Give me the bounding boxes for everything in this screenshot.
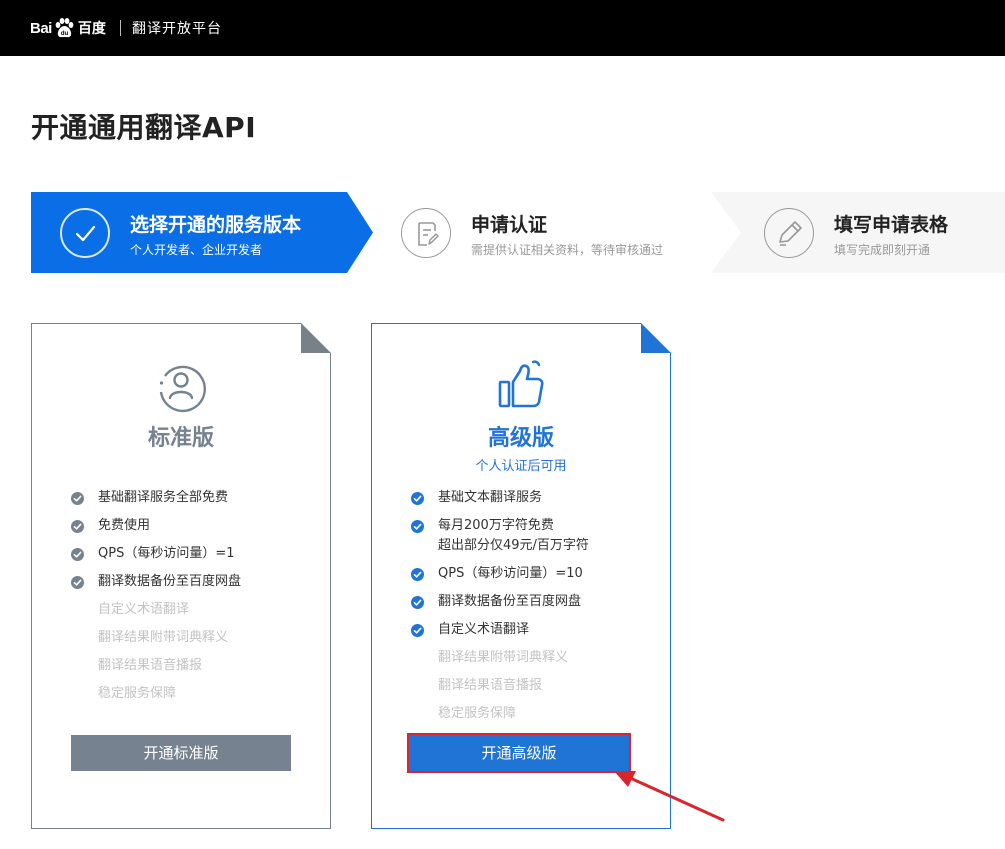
feature-item: 翻译结果附带词典释义 <box>71 628 241 648</box>
check-icon <box>71 492 84 505</box>
pencil-icon <box>764 208 814 258</box>
check-icon <box>71 576 84 589</box>
feature-text: 基础翻译服务全部免费 <box>98 490 229 505</box>
check-icon <box>411 520 424 533</box>
check-icon <box>411 492 424 505</box>
check-icon <box>71 548 84 561</box>
feature-item: 翻译结果语音播报 <box>71 656 241 676</box>
feature-text: 翻译结果附带词典释义 <box>98 630 229 645</box>
card-corner-fold <box>301 323 331 353</box>
feature-item: QPS（每秒访问量）=10 <box>411 564 589 584</box>
user-icon <box>159 365 206 413</box>
document-edit-icon <box>401 208 451 258</box>
feature-item: 稳定服务保障 <box>411 704 589 724</box>
step-title: 填写申请表格 <box>834 214 949 236</box>
plan-name: 标准版 <box>147 426 214 451</box>
step-title: 申请认证 <box>471 214 548 236</box>
progress-steps: 填写申请表格 填写完成即刻开通 申请认证 需提供认证相关资料，等待审核通过 选择… <box>31 192 1005 273</box>
feature-text: 自定义术语翻译 <box>98 602 190 617</box>
feature-item: 稳定服务保障 <box>71 684 241 704</box>
step-subtitle: 填写完成即刻开通 <box>834 243 931 257</box>
svg-text:du: du <box>61 31 69 37</box>
platform-name[interactable]: 翻译开放平台 <box>132 18 222 38</box>
header-divider <box>120 20 121 36</box>
feature-text: 基础文本翻译服务 <box>438 490 543 505</box>
feature-item: 自定义术语翻译 <box>71 600 241 620</box>
logo-text-bai: Bai <box>30 19 52 37</box>
step-subtitle: 需提供认证相关资料，等待审核通过 <box>471 243 664 257</box>
feature-list: 基础翻译服务全部免费 免费使用 QPS（每秒访问量）=1 翻译数据备份至百度网盘 自定义… <box>71 488 241 712</box>
feature-text: 超出部分仅49元/百万字符 <box>438 538 589 553</box>
feature-text: 每月200万字符免费 <box>438 518 554 533</box>
baidu-logo[interactable]: Bai du 百度 <box>30 12 106 44</box>
open-standard-button[interactable]: 开通标准版 <box>71 735 291 771</box>
plan-name: 高级版 <box>487 426 554 451</box>
card-corner-fold <box>641 323 671 353</box>
step-fill-form: 填写申请表格 填写完成即刻开通 <box>711 192 1005 273</box>
open-advanced-button[interactable]: 开通高级版 <box>407 733 631 773</box>
annotation-arrow-icon <box>614 771 725 822</box>
feature-text: 稳定服务保障 <box>438 706 517 721</box>
advanced-plan-card: 高级版 个人认证后可用 基础文本翻译服务 每月200万字符免费超出部分仅49元/百… <box>371 323 671 829</box>
feature-item: 自定义术语翻译 <box>411 620 589 640</box>
feature-item: 基础翻译服务全部免费 <box>71 488 241 508</box>
feature-text: 自定义术语翻译 <box>438 622 530 637</box>
feature-text: 稳定服务保障 <box>98 686 177 701</box>
page-title: 开通通用翻译API <box>31 111 257 144</box>
step-subtitle: 个人开发者、企业开发者 <box>130 243 263 257</box>
check-icon <box>411 596 424 609</box>
standard-plan-card: 标准版 基础翻译服务全部免费 免费使用 QPS（每秒访问量）=1 翻译数据备份至百度网… <box>31 323 331 829</box>
feature-text: 翻译结果附带词典释义 <box>438 650 569 665</box>
feature-item: 翻译数据备份至百度网盘 <box>71 572 241 592</box>
check-icon <box>411 568 424 581</box>
step-apply-certification: 申请认证 需提供认证相关资料，等待审核通过 <box>373 192 741 273</box>
feature-item: 翻译结果附带词典释义 <box>411 648 589 668</box>
feature-text: 翻译数据备份至百度网盘 <box>98 574 242 589</box>
feature-text: 翻译结果语音播报 <box>98 658 203 673</box>
step-select-version: 选择开通的服务版本 个人开发者、企业开发者 <box>31 192 373 273</box>
top-navigation-bar: Bai du 百度 翻译开放平台 <box>0 0 1005 56</box>
feature-text: 翻译数据备份至百度网盘 <box>438 594 582 609</box>
check-circle-icon <box>60 208 110 258</box>
feature-item: 免费使用 <box>71 516 241 536</box>
feature-text: 翻译结果语音播报 <box>438 678 543 693</box>
feature-text: QPS（每秒访问量）=1 <box>98 546 235 561</box>
feature-item: 基础文本翻译服务 <box>411 488 589 508</box>
feature-list: 基础文本翻译服务 每月200万字符免费超出部分仅49元/百万字符 QPS（每秒访问量… <box>411 488 589 732</box>
paw-icon: du <box>55 18 74 38</box>
step-title: 选择开通的服务版本 <box>130 214 302 236</box>
feature-item: 翻译数据备份至百度网盘 <box>411 592 589 612</box>
feature-text: 免费使用 <box>98 518 151 533</box>
thumbs-up-icon <box>498 360 544 408</box>
check-icon <box>71 520 84 533</box>
plan-requirement-note: 个人认证后可用 <box>475 459 567 474</box>
feature-item: QPS（每秒访问量）=1 <box>71 544 241 564</box>
check-icon <box>411 624 424 637</box>
feature-item: 翻译结果语音播报 <box>411 676 589 696</box>
feature-item: 每月200万字符免费超出部分仅49元/百万字符 <box>411 516 589 556</box>
feature-text: QPS（每秒访问量）=10 <box>438 566 583 581</box>
logo-text-baidu: 百度 <box>77 21 106 37</box>
